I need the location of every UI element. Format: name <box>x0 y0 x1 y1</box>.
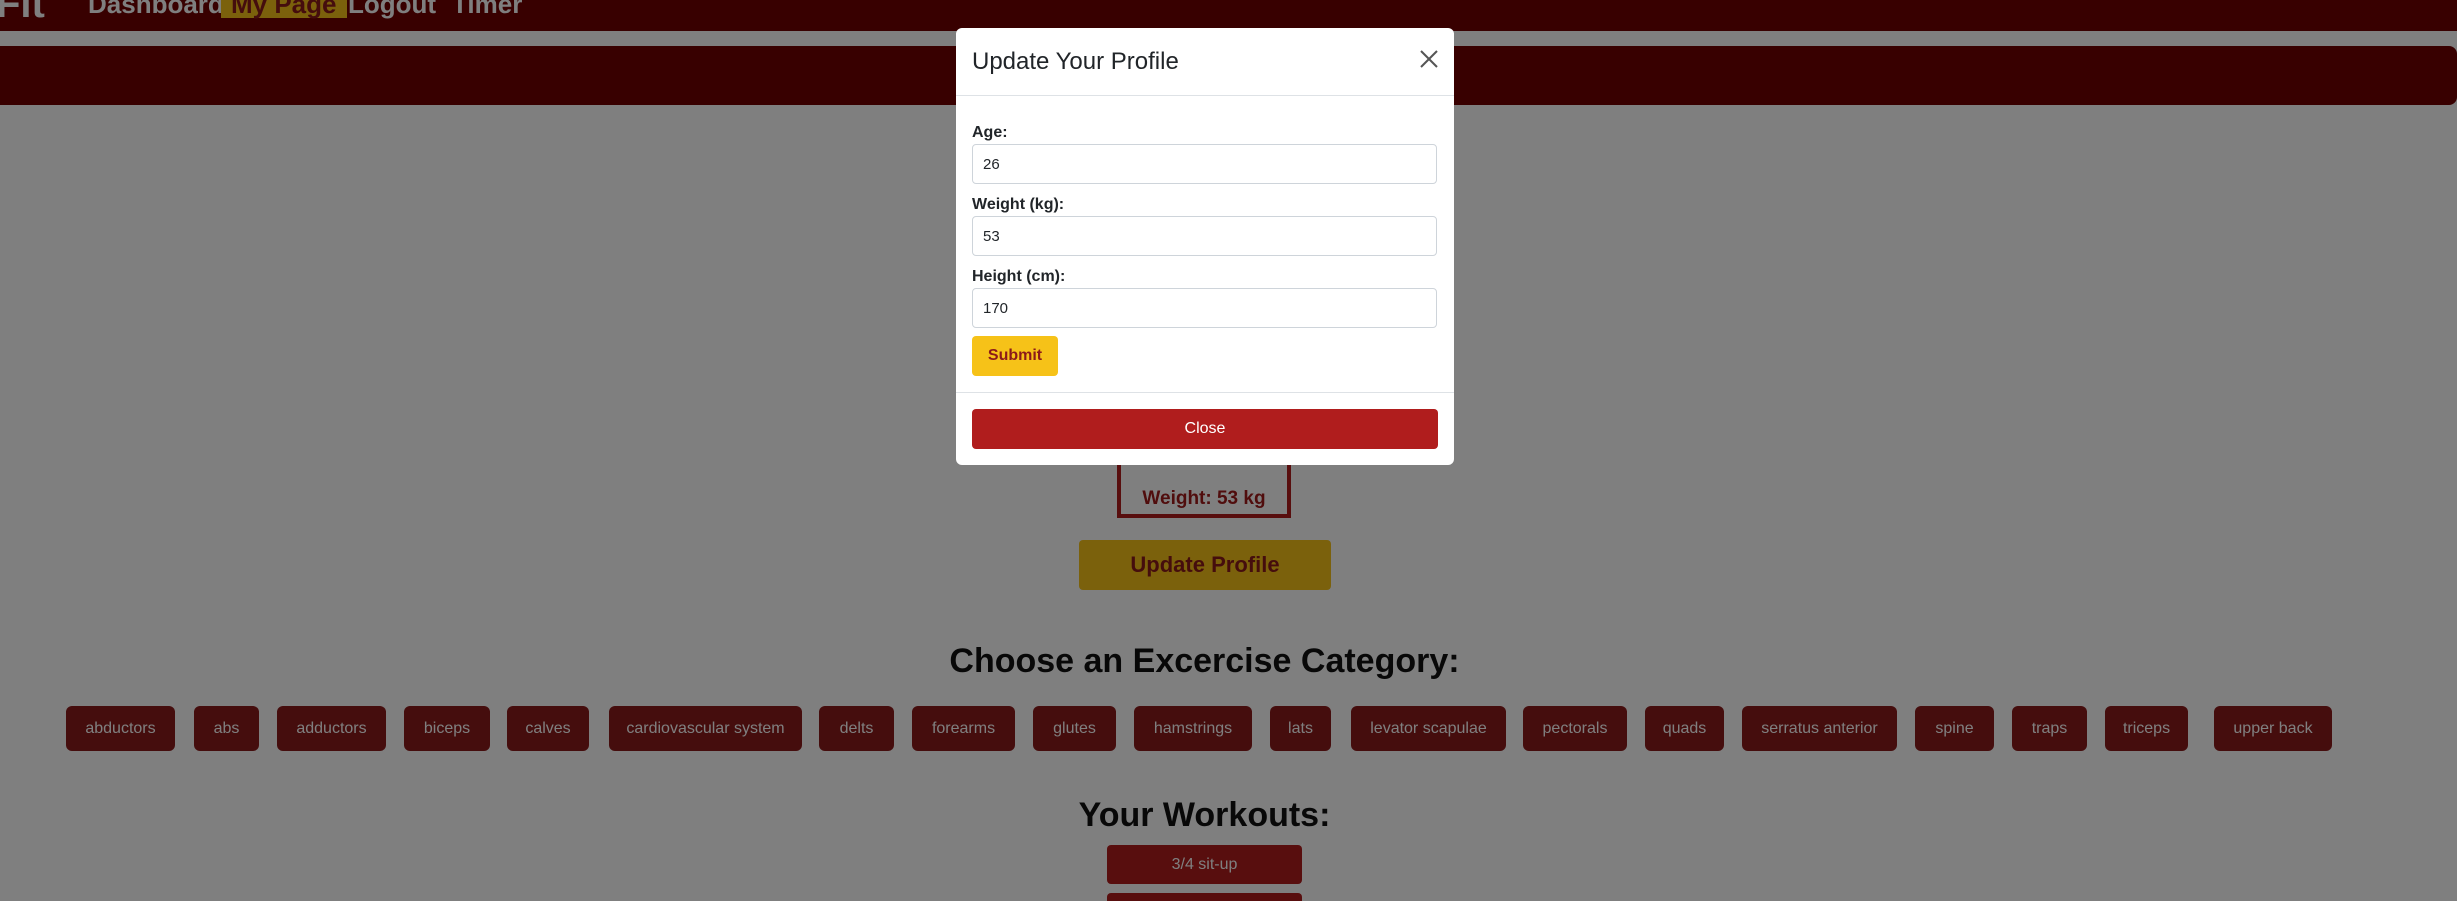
weight-field[interactable] <box>972 216 1437 256</box>
modal-title: Update Your Profile <box>972 48 1179 75</box>
weight-label: Weight (kg): <box>972 196 1065 213</box>
update-profile-modal: Update Your Profile Age: Weight (kg): He… <box>956 28 1454 465</box>
age-field[interactable] <box>972 144 1437 184</box>
height-field[interactable] <box>972 288 1437 328</box>
submit-button[interactable]: Submit <box>972 336 1058 376</box>
height-label: Height (cm): <box>972 268 1066 285</box>
age-label: Age: <box>972 124 1008 141</box>
modal-header: Update Your Profile <box>956 28 1454 96</box>
close-button[interactable]: Close <box>972 409 1438 449</box>
close-icon[interactable] <box>1418 48 1440 70</box>
modal-footer: Close <box>956 392 1454 465</box>
